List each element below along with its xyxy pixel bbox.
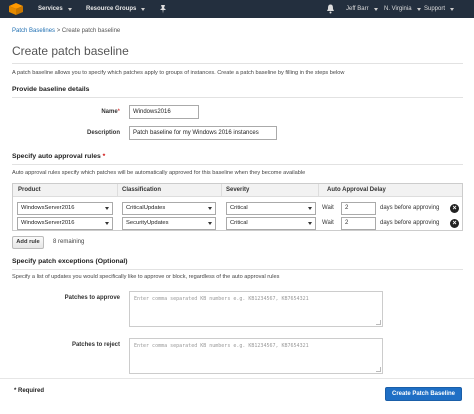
column-header-auto-approval-delay: Auto Approval Delay bbox=[327, 187, 386, 193]
description-label: Description bbox=[86, 130, 120, 136]
breadcrumb-patch-baselines-link[interactable]: Patch Baselines bbox=[12, 28, 55, 34]
patches-to-approve-label: Patches to approve bbox=[64, 295, 120, 301]
wait-days-input[interactable]: 2 bbox=[341, 202, 376, 215]
rules-remaining-count: 8 remaining bbox=[53, 239, 85, 245]
user-menu[interactable]: Jeff Barr bbox=[346, 0, 378, 18]
resize-grip-icon[interactable] bbox=[376, 367, 381, 372]
caret-down-icon bbox=[141, 7, 146, 11]
aws-cube-icon[interactable] bbox=[8, 3, 24, 15]
remove-circle-icon[interactable]: × bbox=[450, 204, 459, 213]
wait-days-input[interactable]: 2 bbox=[341, 217, 376, 230]
baseline-details-heading: Provide baseline details bbox=[12, 86, 90, 93]
required-note: * Required bbox=[14, 388, 45, 394]
classification-select[interactable]: CriticalUpdates bbox=[122, 202, 216, 215]
patches-to-reject-placeholder: Enter comma separated KB numbers e.g. KB… bbox=[134, 343, 309, 349]
patches-to-reject-textarea[interactable]: Enter comma separated KB numbers e.g. KB… bbox=[129, 338, 383, 374]
support-label: Support bbox=[424, 6, 446, 12]
breadcrumb: Patch Baselines > Create patch baseline bbox=[12, 28, 120, 34]
severity-select[interactable]: Critical bbox=[226, 202, 316, 215]
add-rule-button[interactable]: Add rule bbox=[12, 236, 44, 249]
classification-select[interactable]: SecurityUpdates bbox=[122, 217, 216, 230]
bell-icon[interactable] bbox=[326, 4, 335, 14]
divider bbox=[12, 269, 463, 270]
wait-label: Wait bbox=[322, 220, 334, 226]
patches-to-approve-placeholder: Enter comma separated KB numbers e.g. KB… bbox=[134, 296, 309, 302]
column-header-classification: Classification bbox=[122, 187, 162, 193]
caret-down-icon bbox=[416, 7, 421, 11]
patches-to-reject-label: Patches to reject bbox=[71, 342, 120, 348]
approval-rules-helper: Auto approval rules specify which patche… bbox=[12, 170, 306, 176]
resize-grip-icon[interactable] bbox=[376, 320, 381, 325]
column-separator bbox=[221, 184, 222, 197]
remove-circle-icon[interactable]: × bbox=[450, 219, 459, 228]
user-label: Jeff Barr bbox=[346, 6, 369, 12]
divider bbox=[12, 164, 463, 165]
patch-exceptions-helper: Specify a list of updates you would spec… bbox=[12, 274, 280, 280]
support-menu[interactable]: Support bbox=[424, 0, 455, 18]
required-mark: * bbox=[117, 109, 120, 115]
services-menu[interactable]: Services bbox=[38, 0, 72, 18]
pin-icon[interactable] bbox=[158, 4, 168, 14]
footer-divider bbox=[0, 378, 474, 379]
patch-exceptions-heading: Specify patch exceptions (Optional) bbox=[12, 258, 128, 265]
create-patch-baseline-button[interactable]: Create Patch Baseline bbox=[385, 387, 462, 401]
patches-to-approve-textarea[interactable]: Enter comma separated KB numbers e.g. KB… bbox=[129, 291, 383, 327]
column-header-severity: Severity bbox=[226, 187, 250, 193]
region-label: N. Virginia bbox=[384, 6, 412, 12]
caret-down-icon bbox=[373, 7, 378, 11]
caret-down-icon bbox=[308, 207, 312, 210]
name-label: Name* bbox=[101, 109, 120, 115]
caret-down-icon bbox=[450, 7, 455, 11]
page-title: Create patch baseline bbox=[12, 44, 129, 58]
table-header: Product Classification Severity Auto App… bbox=[13, 184, 462, 197]
top-navigation-bar: Services Resource Groups Jeff Barr N. Vi… bbox=[0, 0, 474, 18]
description-input[interactable]: Patch baseline for my Windows 2016 insta… bbox=[129, 126, 277, 140]
product-select[interactable]: WindowsServer2016 bbox=[17, 217, 113, 230]
caret-down-icon bbox=[208, 222, 212, 225]
services-label: Services bbox=[38, 6, 63, 12]
severity-select[interactable]: Critical bbox=[226, 217, 316, 230]
wait-label: Wait bbox=[322, 205, 334, 211]
column-separator bbox=[318, 184, 319, 197]
divider bbox=[12, 97, 463, 98]
divider bbox=[12, 63, 463, 64]
caret-down-icon bbox=[105, 222, 109, 225]
caret-down-icon bbox=[105, 207, 109, 210]
approval-rules-heading: Specify auto approval rules * bbox=[12, 153, 106, 160]
days-before-approving-label: days before approving bbox=[380, 220, 440, 226]
breadcrumb-separator: > bbox=[56, 28, 61, 34]
column-header-product: Product bbox=[18, 187, 41, 193]
resource-groups-menu[interactable]: Resource Groups bbox=[86, 0, 146, 18]
breadcrumb-current: Create patch baseline bbox=[61, 28, 121, 34]
column-separator bbox=[117, 184, 118, 197]
required-mark: * bbox=[102, 153, 106, 160]
approval-rules-table: Product Classification Severity Auto App… bbox=[12, 183, 463, 231]
intro-text: A patch baseline allows you to specify w… bbox=[12, 70, 345, 76]
caret-down-icon bbox=[208, 207, 212, 210]
resource-groups-label: Resource Groups bbox=[86, 6, 137, 12]
caret-down-icon bbox=[67, 7, 72, 11]
caret-down-icon bbox=[308, 222, 312, 225]
product-select[interactable]: WindowsServer2016 bbox=[17, 202, 113, 215]
days-before-approving-label: days before approving bbox=[380, 205, 440, 211]
name-input[interactable]: Windows2016 bbox=[129, 105, 199, 119]
region-menu[interactable]: N. Virginia bbox=[384, 0, 421, 18]
